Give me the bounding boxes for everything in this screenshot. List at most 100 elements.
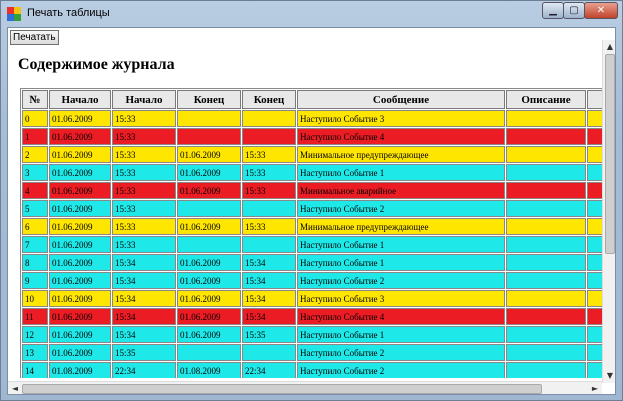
cell-end-time (242, 110, 296, 127)
minimize-button[interactable]: ▁ (542, 2, 564, 19)
cell-start-date: 01.06.2009 (49, 164, 111, 181)
table-row[interactable]: 7 01.06.2009 15:33 Наступило Событие 1 (22, 236, 602, 253)
cell-end-date: 01.06.2009 (177, 326, 241, 343)
cell-number: 10 (22, 290, 48, 307)
header-message[interactable]: Сообщение (297, 90, 505, 109)
cell-start-time: 15:33 (112, 200, 176, 217)
cell-description (506, 164, 586, 181)
cell-description (506, 290, 586, 307)
cell-message: Наступило Событие 1 (297, 236, 505, 253)
cell-start-date: 01.06.2009 (49, 272, 111, 289)
cell-number: 6 (22, 218, 48, 235)
cell-end-date: 01.06.2009 (177, 164, 241, 181)
cell-description (506, 344, 586, 361)
cell-start-time: 15:33 (112, 182, 176, 199)
cell-extra (587, 362, 602, 378)
print-button[interactable]: Печатать (10, 30, 59, 45)
page-title: Содержимое журнала (18, 56, 175, 73)
cell-number: 2 (22, 146, 48, 163)
cell-end-date: 01.06.2009 (177, 308, 241, 325)
cell-extra (587, 236, 602, 253)
table-row[interactable]: 3 01.06.2009 15:33 01.06.2009 15:33 Наступило… (22, 164, 602, 181)
cell-end-date: 01.06.2009 (177, 290, 241, 307)
cell-extra (587, 218, 602, 235)
cell-extra (587, 128, 602, 145)
table-row[interactable]: 12 01.06.2009 15:34 01.06.2009 15:35 Наступил… (22, 326, 602, 343)
table-row[interactable]: 14 01.08.2009 22:34 01.08.2009 22:34 Наступил… (22, 362, 602, 378)
table-viewport: № Начало Начало Конец Конец Сообщение Оп… (20, 88, 602, 378)
cell-number: 14 (22, 362, 48, 378)
vertical-scrollbar[interactable]: ▲ ▼ (602, 40, 615, 383)
cell-start-time: 15:34 (112, 308, 176, 325)
header-description[interactable]: Описание (506, 90, 586, 109)
cell-end-date: 01.06.2009 (177, 146, 241, 163)
cell-message: Наступило Событие 3 (297, 290, 505, 307)
cell-end-time: 15:33 (242, 146, 296, 163)
cell-extra (587, 110, 602, 127)
cell-description (506, 110, 586, 127)
vertical-scroll-thumb[interactable] (605, 54, 615, 254)
scroll-up-icon[interactable]: ▲ (603, 40, 615, 54)
cell-description (506, 218, 586, 235)
cell-message: Наступило Событие 1 (297, 326, 505, 343)
table-row[interactable]: 0 01.06.2009 15:33 Наступило Событие 3 (22, 110, 602, 127)
cell-start-time: 15:33 (112, 164, 176, 181)
cell-number: 12 (22, 326, 48, 343)
table-header-row: № Начало Начало Конец Конец Сообщение Оп… (22, 90, 602, 109)
horizontal-scrollbar[interactable]: ◄ ► (8, 381, 602, 394)
cell-number: 3 (22, 164, 48, 181)
table-row[interactable]: 6 01.06.2009 15:33 01.06.2009 15:33 Минимальн… (22, 218, 602, 235)
cell-end-date: 01.06.2009 (177, 218, 241, 235)
cell-end-date: 01.08.2009 (177, 362, 241, 378)
cell-end-time (242, 236, 296, 253)
scroll-right-icon[interactable]: ► (588, 382, 602, 394)
table-row[interactable]: 5 01.06.2009 15:33 Наступило Событие 2 (22, 200, 602, 217)
header-end-time[interactable]: Конец (242, 90, 296, 109)
table-row[interactable]: 10 01.06.2009 15:34 01.06.2009 15:34 Наступил… (22, 290, 602, 307)
maximize-button[interactable]: ▢ (563, 2, 585, 19)
cell-message: Наступило Событие 2 (297, 200, 505, 217)
app-icon (7, 7, 21, 21)
client-area: Печатать Содержимое журнала № Начало Нач… (7, 27, 616, 395)
journal-table: № Начало Начало Конец Конец Сообщение Оп… (20, 88, 602, 378)
cell-description (506, 362, 586, 378)
scroll-left-icon[interactable]: ◄ (8, 382, 22, 394)
cell-end-time (242, 344, 296, 361)
cell-message: Наступило Событие 1 (297, 254, 505, 271)
header-end-date[interactable]: Конец (177, 90, 241, 109)
table-row[interactable]: 2 01.06.2009 15:33 01.06.2009 15:33 Минимальн… (22, 146, 602, 163)
cell-description (506, 326, 586, 343)
cell-start-date: 01.06.2009 (49, 254, 111, 271)
cell-start-time: 15:33 (112, 218, 176, 235)
cell-description (506, 308, 586, 325)
cell-description (506, 200, 586, 217)
cell-extra (587, 164, 602, 181)
cell-description (506, 272, 586, 289)
header-extra[interactable] (587, 90, 602, 109)
scroll-down-icon[interactable]: ▼ (603, 369, 615, 383)
table-row[interactable]: 8 01.06.2009 15:34 01.06.2009 15:34 Наступило… (22, 254, 602, 271)
cell-end-time: 15:33 (242, 218, 296, 235)
cell-start-date: 01.06.2009 (49, 344, 111, 361)
horizontal-scroll-thumb[interactable] (22, 384, 542, 394)
header-number[interactable]: № (22, 90, 48, 109)
cell-start-date: 01.06.2009 (49, 200, 111, 217)
header-start-date[interactable]: Начало (49, 90, 111, 109)
title-bar[interactable]: Печать таблицы ▁ ▢ ✕ (1, 1, 622, 27)
cell-end-time: 15:33 (242, 182, 296, 199)
table-row[interactable]: 13 01.06.2009 15:35 Наступило Событие 2 (22, 344, 602, 361)
cell-description (506, 254, 586, 271)
table-row[interactable]: 1 01.06.2009 15:33 Наступило Событие 4 (22, 128, 602, 145)
cell-message: Наступило Событие 3 (297, 110, 505, 127)
table-row[interactable]: 9 01.06.2009 15:34 01.06.2009 15:34 Наступило… (22, 272, 602, 289)
cell-start-date: 01.06.2009 (49, 326, 111, 343)
print-table-window: Печать таблицы ▁ ▢ ✕ Печатать Содержимое… (0, 0, 623, 401)
close-button[interactable]: ✕ (584, 2, 618, 19)
header-start-time[interactable]: Начало (112, 90, 176, 109)
cell-end-date (177, 344, 241, 361)
table-row[interactable]: 11 01.06.2009 15:34 01.06.2009 15:34 Наступил… (22, 308, 602, 325)
cell-number: 9 (22, 272, 48, 289)
cell-message: Наступило Событие 2 (297, 272, 505, 289)
table-row[interactable]: 4 01.06.2009 15:33 01.06.2009 15:33 Минимальн… (22, 182, 602, 199)
cell-description (506, 236, 586, 253)
